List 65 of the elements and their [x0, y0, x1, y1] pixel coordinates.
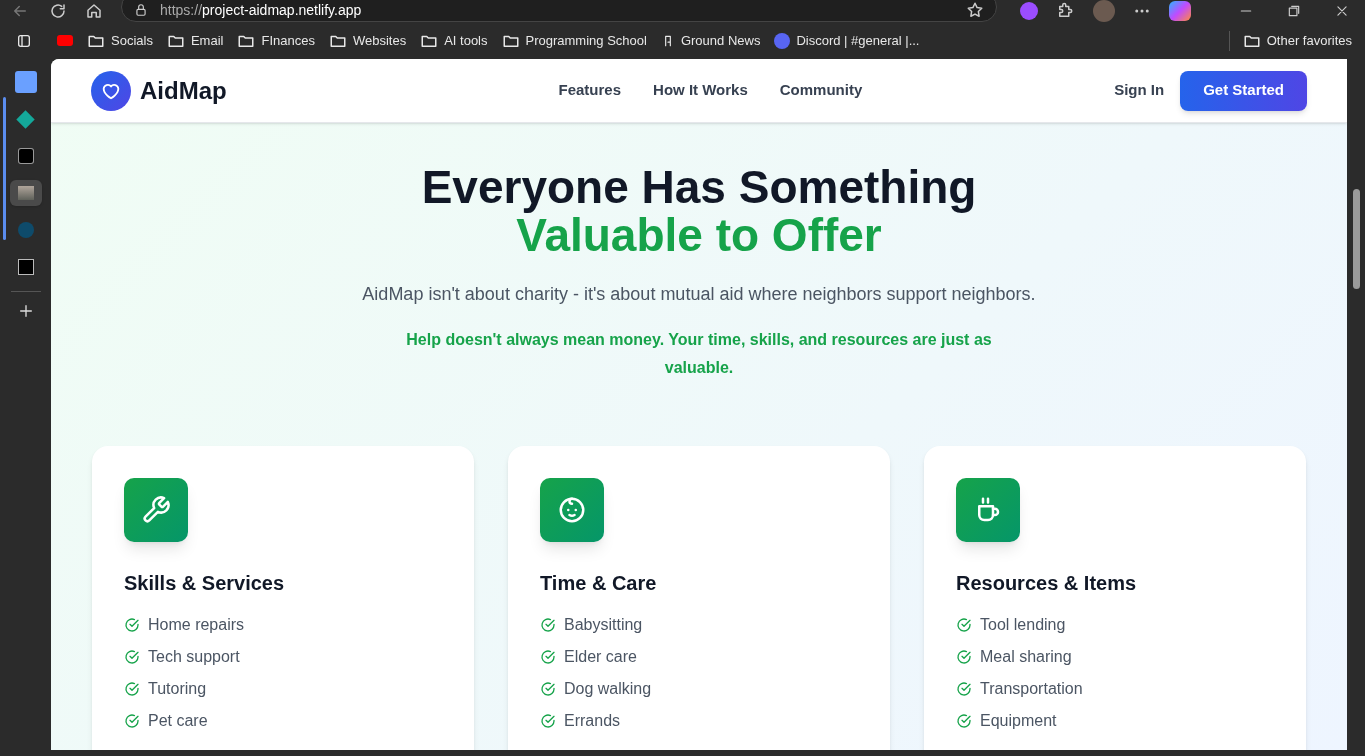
card-title: Skills & Services [124, 571, 286, 596]
bookmark[interactable]: Websites [328, 28, 407, 53]
cup-icon [956, 478, 1020, 542]
card-title: Time & Care [540, 571, 658, 596]
check-circle-icon [124, 713, 140, 729]
bookmark[interactable]: Programming School [501, 28, 647, 53]
vertical-tab[interactable] [9, 180, 42, 206]
check-circle-icon [124, 617, 140, 633]
list-item-text: Errands [564, 711, 621, 731]
bookmark[interactable]: FInances [237, 28, 315, 53]
star-icon[interactable] [966, 1, 984, 19]
url-scheme: https:// [160, 1, 203, 18]
list-item-text: Elder care [564, 647, 637, 667]
list-item-text: Dog walking [564, 679, 652, 699]
check-circle-icon [956, 649, 972, 665]
bookmark[interactable]: Socials [87, 28, 153, 53]
sign-in-link[interactable]: Sign In [1114, 79, 1165, 102]
check-circle-icon [540, 713, 556, 729]
restore-icon[interactable] [1287, 4, 1301, 18]
puzzle-icon[interactable] [1056, 2, 1074, 20]
check-circle-icon [124, 681, 140, 697]
address-bar[interactable]: https://project-aidmap.netlify.app [121, 0, 997, 22]
nav-link[interactable]: Features [558, 79, 622, 102]
bookmark[interactable]: Ground News [660, 28, 761, 53]
list-item-text: Tutoring [148, 679, 207, 699]
check-circle-icon [124, 649, 140, 665]
hero-note: Help doesn't always mean money. Your time, skills, and resources are just as valuable. [405, 330, 993, 378]
list-item-text: Tech support [148, 647, 240, 667]
check-circle-icon [956, 713, 972, 729]
check-circle-icon [540, 617, 556, 633]
get-started-button[interactable]: Get Started [1180, 70, 1307, 111]
reload-icon[interactable] [49, 2, 67, 20]
brand-name[interactable]: AidMap [140, 72, 227, 109]
nav-link[interactable]: How It Works [653, 79, 748, 102]
list-item-text: Pet care [148, 711, 208, 731]
list-item-text: Meal sharing [980, 647, 1072, 667]
list-item-text: Home repairs [148, 615, 245, 635]
scrollbar-thumb[interactable] [1352, 189, 1360, 289]
lock-icon [134, 3, 148, 17]
list-item-text: Tool lending [980, 615, 1066, 635]
check-circle-icon [540, 681, 556, 697]
bookmark[interactable]: AI tools [420, 28, 488, 53]
close-icon[interactable] [1335, 4, 1349, 18]
list-item-text: Babysitting [564, 615, 643, 635]
bookmark[interactable]: Email [166, 28, 224, 53]
chat-icon [774, 32, 791, 49]
card-title: Resources & Items [956, 571, 1138, 596]
home-icon[interactable] [85, 2, 103, 20]
check-circle-icon [956, 681, 972, 697]
nav-link[interactable]: Community [779, 79, 863, 102]
hero-title: Everyone Has Something [421, 163, 977, 211]
heart-logo-icon[interactable] [91, 70, 131, 111]
other-favorites[interactable]: Other favorites [1242, 30, 1352, 51]
list-item-text: Equipment [980, 711, 1057, 731]
add-tab-icon[interactable] [17, 303, 34, 319]
list-item-text: Transportation [980, 679, 1083, 699]
check-circle-icon [540, 649, 556, 665]
wrench-icon [124, 478, 188, 542]
url-host: project-aidmap.netlify.app [202, 1, 362, 18]
extension-icon[interactable] [1020, 2, 1038, 20]
bookmark[interactable]: Discord | #general |... [774, 28, 920, 53]
check-circle-icon [956, 617, 972, 633]
baby-face-icon [540, 478, 604, 542]
tab-panel-icon[interactable] [16, 32, 32, 49]
hero-subtitle: AidMap isn't about charity - it's about mutual aid where neighbors support neighbors. [362, 283, 1036, 306]
